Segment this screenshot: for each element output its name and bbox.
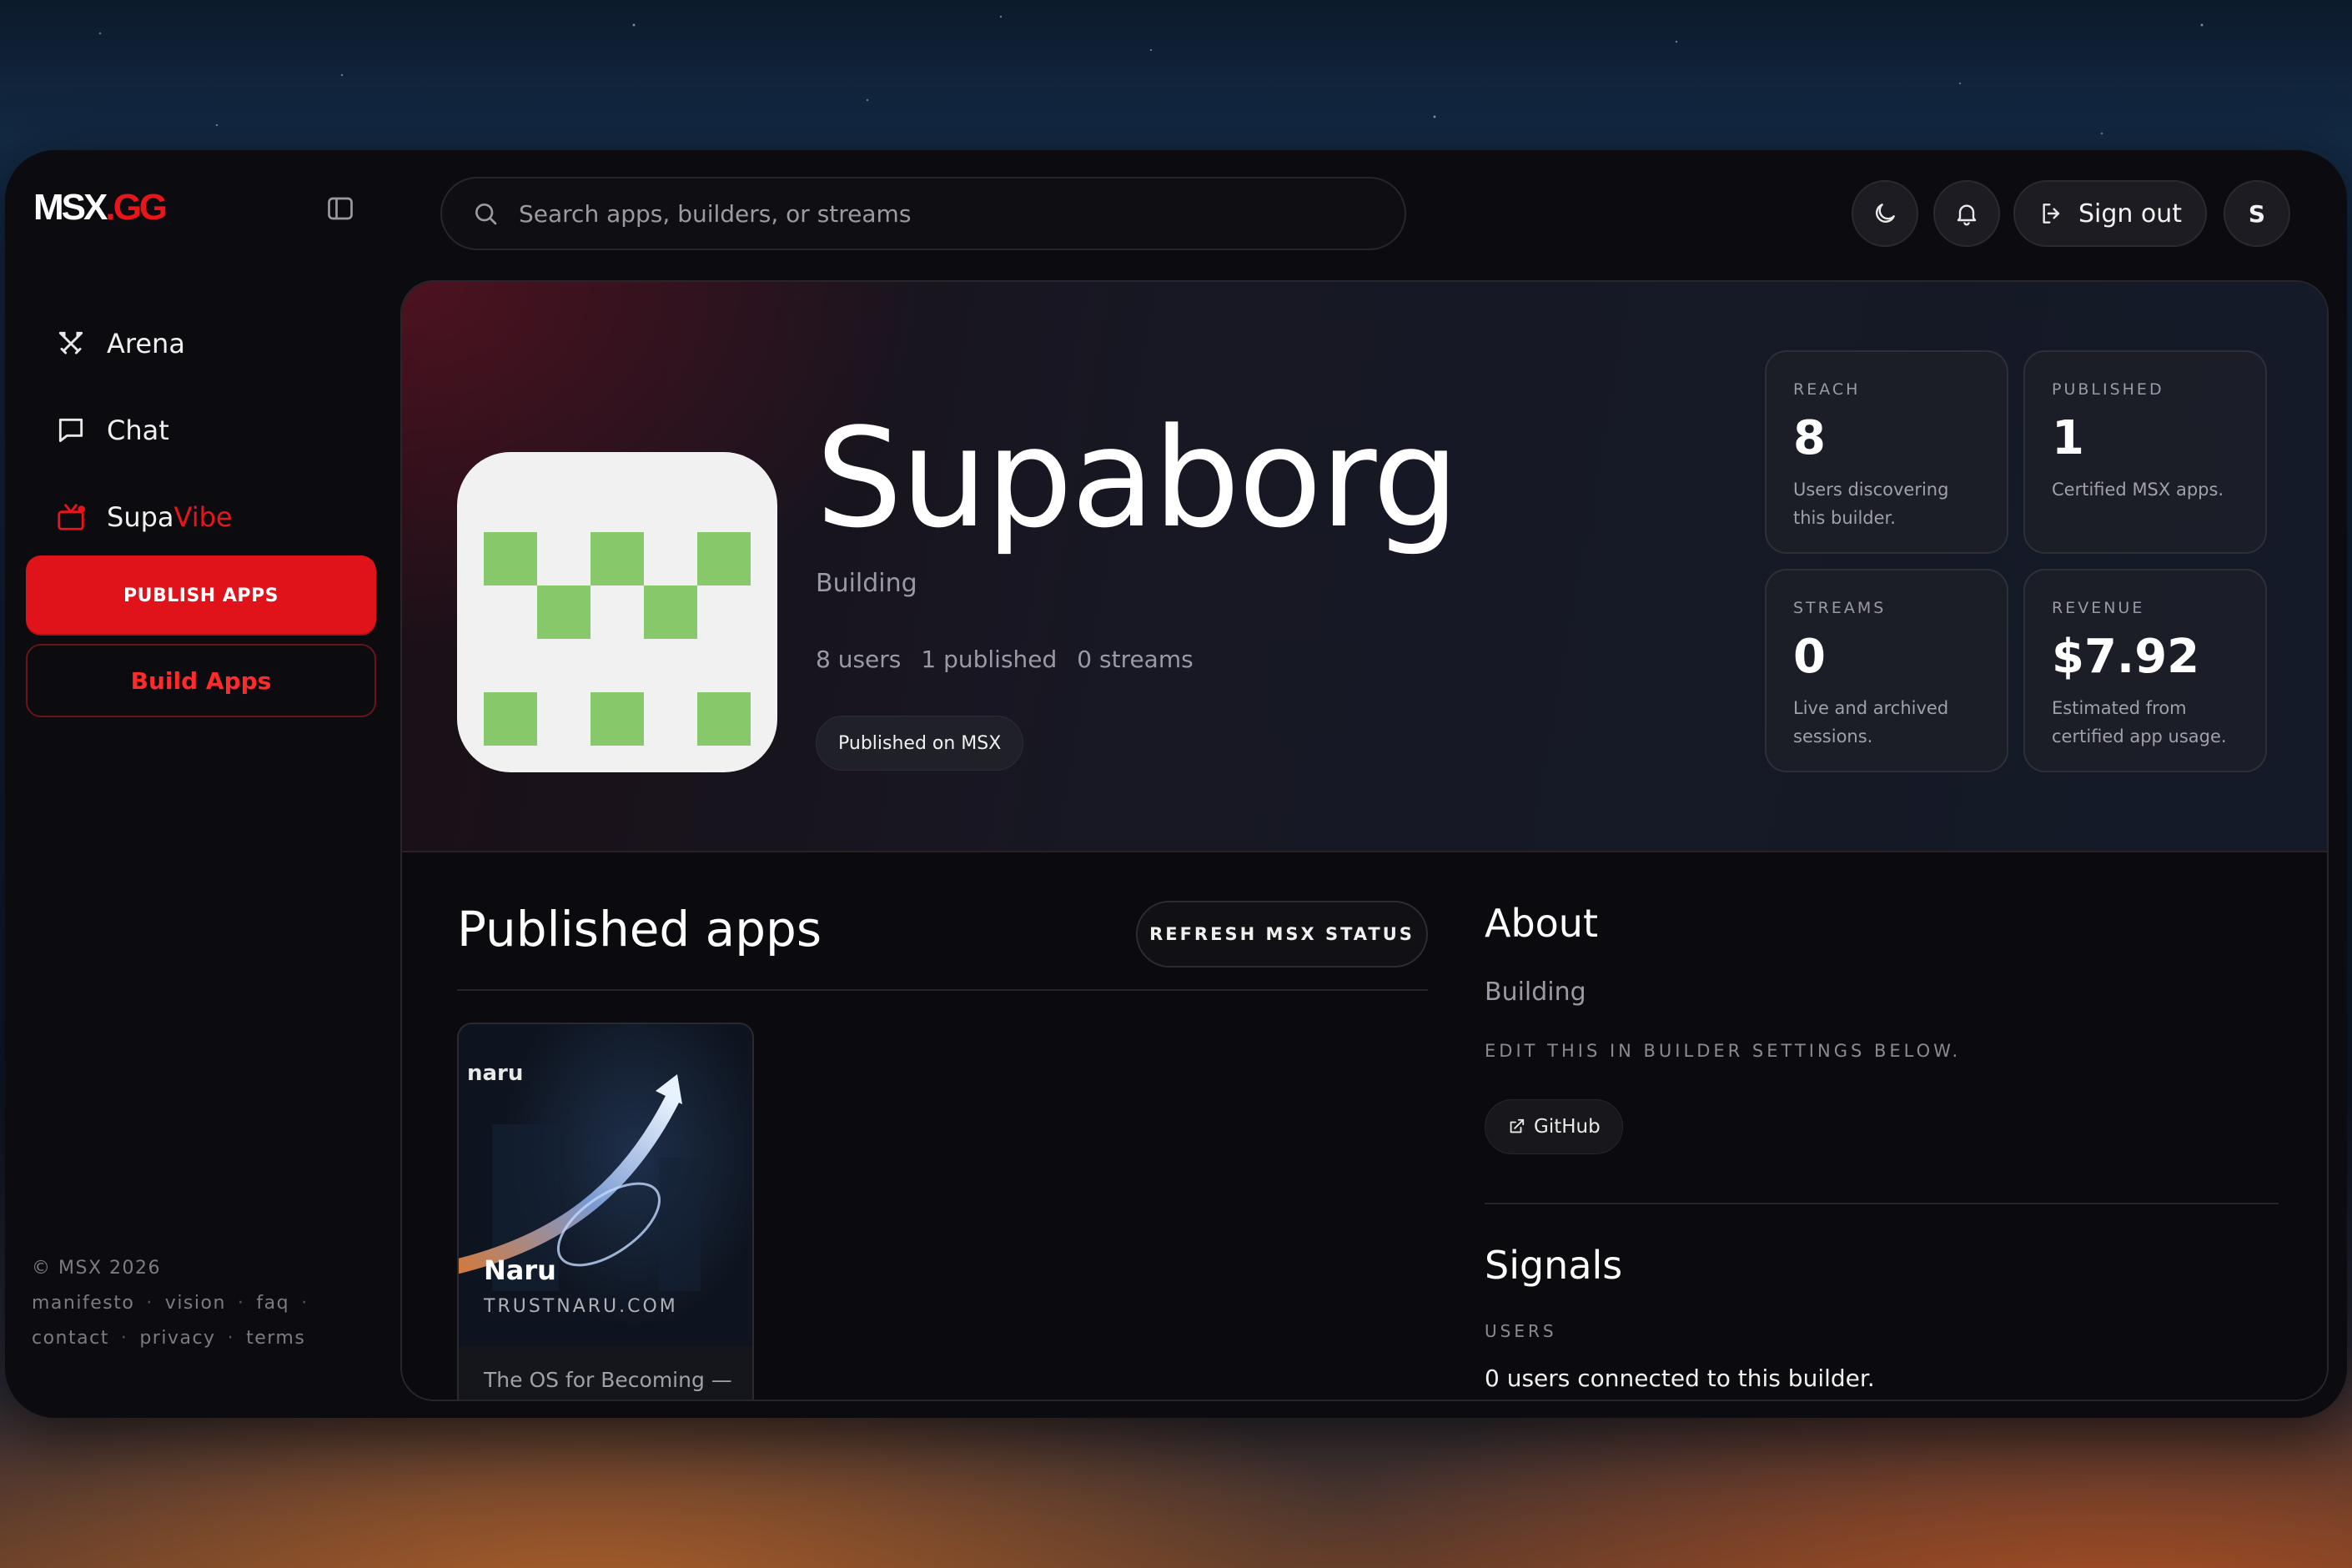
about-heading: About xyxy=(1485,901,1599,946)
refresh-status-button[interactable]: REFRESH MSX STATUS xyxy=(1136,901,1428,967)
divider xyxy=(457,989,1428,991)
app-thumbnail: naru Naru TRUSTNARU.COM xyxy=(459,1024,752,1346)
starfield-background xyxy=(0,0,2352,158)
sidebar-nav: Arena Chat SupaVibe xyxy=(30,300,380,560)
builder-tagline: Building xyxy=(816,569,917,598)
profile-hero: Supaborg Building 8 users 1 published 0 … xyxy=(402,282,2327,852)
builder-avatar-image xyxy=(457,452,777,772)
moon-icon xyxy=(1876,204,1895,223)
swords-icon xyxy=(58,331,83,354)
footer-link-manifesto[interactable]: manifesto xyxy=(32,1286,134,1321)
users-count: 8 users xyxy=(816,646,902,673)
footer-link-vision[interactable]: vision xyxy=(165,1286,226,1321)
signals-heading: Signals xyxy=(1485,1243,1623,1288)
page-title: Supaborg xyxy=(816,399,1460,558)
published-count: 1 published xyxy=(921,646,1058,673)
github-label: GitHub xyxy=(1534,1116,1601,1138)
signals-key: USERS xyxy=(1485,1321,1557,1341)
publish-apps-button[interactable]: PUBLISH APPS xyxy=(26,555,376,636)
sign-out-button[interactable]: Sign out xyxy=(2013,180,2207,247)
footer-link-contact[interactable]: contact xyxy=(32,1321,109,1356)
build-apps-button[interactable]: Build Apps xyxy=(26,644,376,717)
sidebar-footer: © MSX 2026 manifesto · vision · faq · conta… xyxy=(32,1251,309,1356)
app-domain: TRUSTNARU.COM xyxy=(484,1296,678,1317)
signals-value: 0 users connected to this builder. xyxy=(1485,1364,1875,1392)
logout-icon xyxy=(2043,204,2060,224)
search-placeholder: Search apps, builders, or streams xyxy=(519,199,912,228)
about-edit-hint: EDIT THIS IN BUILDER SETTINGS BELOW. xyxy=(1485,1041,1962,1061)
sidebar-toggle-icon[interactable] xyxy=(325,193,355,224)
copyright: © MSX 2026 xyxy=(32,1258,161,1279)
avatar[interactable]: S xyxy=(2224,180,2290,247)
chat-bubble-icon xyxy=(58,418,83,443)
search-input[interactable]: Search apps, builders, or streams xyxy=(440,177,1406,250)
bell-icon xyxy=(1957,204,1977,226)
app-window: MSX .GG Arena Chat SupaVibe PUBLISH APPS … xyxy=(5,150,2347,1418)
stat-card-revenue: REVENUE $7.92 Estimated from certified a… xyxy=(2023,569,2267,772)
app-name: Naru xyxy=(484,1254,556,1286)
notifications-button[interactable] xyxy=(1933,180,2000,247)
sidebar-item-label: SupaVibe xyxy=(107,501,233,533)
app-tagline: The OS for Becoming — xyxy=(484,1368,732,1392)
external-link-icon xyxy=(1510,1118,1525,1133)
divider xyxy=(1485,1203,2279,1204)
builder-profile-panel: Supaborg Building 8 users 1 published 0 … xyxy=(400,280,2329,1401)
sidebar-item-chat[interactable]: Chat xyxy=(30,387,380,474)
theme-toggle-button[interactable] xyxy=(1852,180,1918,247)
sidebar-item-label: Chat xyxy=(107,415,169,446)
footer-link-privacy[interactable]: privacy xyxy=(139,1321,215,1356)
search-icon xyxy=(475,204,497,225)
sign-out-label: Sign out xyxy=(2078,199,2183,229)
about-text: Building xyxy=(1485,977,1586,1007)
app-brand-logo: naru xyxy=(467,1061,524,1086)
streams-count: 0 streams xyxy=(1077,646,1194,673)
github-link-button[interactable]: GitHub xyxy=(1485,1099,1623,1154)
sidebar-item-arena[interactable]: Arena xyxy=(30,300,380,387)
sidebar: MSX .GG Arena Chat SupaVibe PUBLISH APPS … xyxy=(5,150,389,1418)
logo[interactable]: MSX .GG xyxy=(33,187,168,229)
published-apps-heading: Published apps xyxy=(457,901,822,957)
tv-icon xyxy=(58,504,85,530)
footer-link-terms[interactable]: terms xyxy=(246,1321,305,1356)
sidebar-item-supavibe[interactable]: SupaVibe xyxy=(30,474,380,560)
sidebar-item-label: Arena xyxy=(107,328,185,359)
footer-link-faq[interactable]: faq xyxy=(256,1286,289,1321)
app-card-naru[interactable]: naru Naru TRUSTNARU.COM The OS for Becom… xyxy=(457,1023,754,1400)
stat-card-reach: REACH 8 Users discovering this builder. xyxy=(1765,350,2008,554)
stat-card-published: PUBLISHED 1 Certified MSX apps. xyxy=(2023,350,2267,554)
status-badge: Published on MSX xyxy=(816,716,1024,771)
builder-summary: 8 users 1 published 0 streams xyxy=(816,646,1194,673)
stat-card-streams: STREAMS 0 Live and archived sessions. xyxy=(1765,569,2008,772)
